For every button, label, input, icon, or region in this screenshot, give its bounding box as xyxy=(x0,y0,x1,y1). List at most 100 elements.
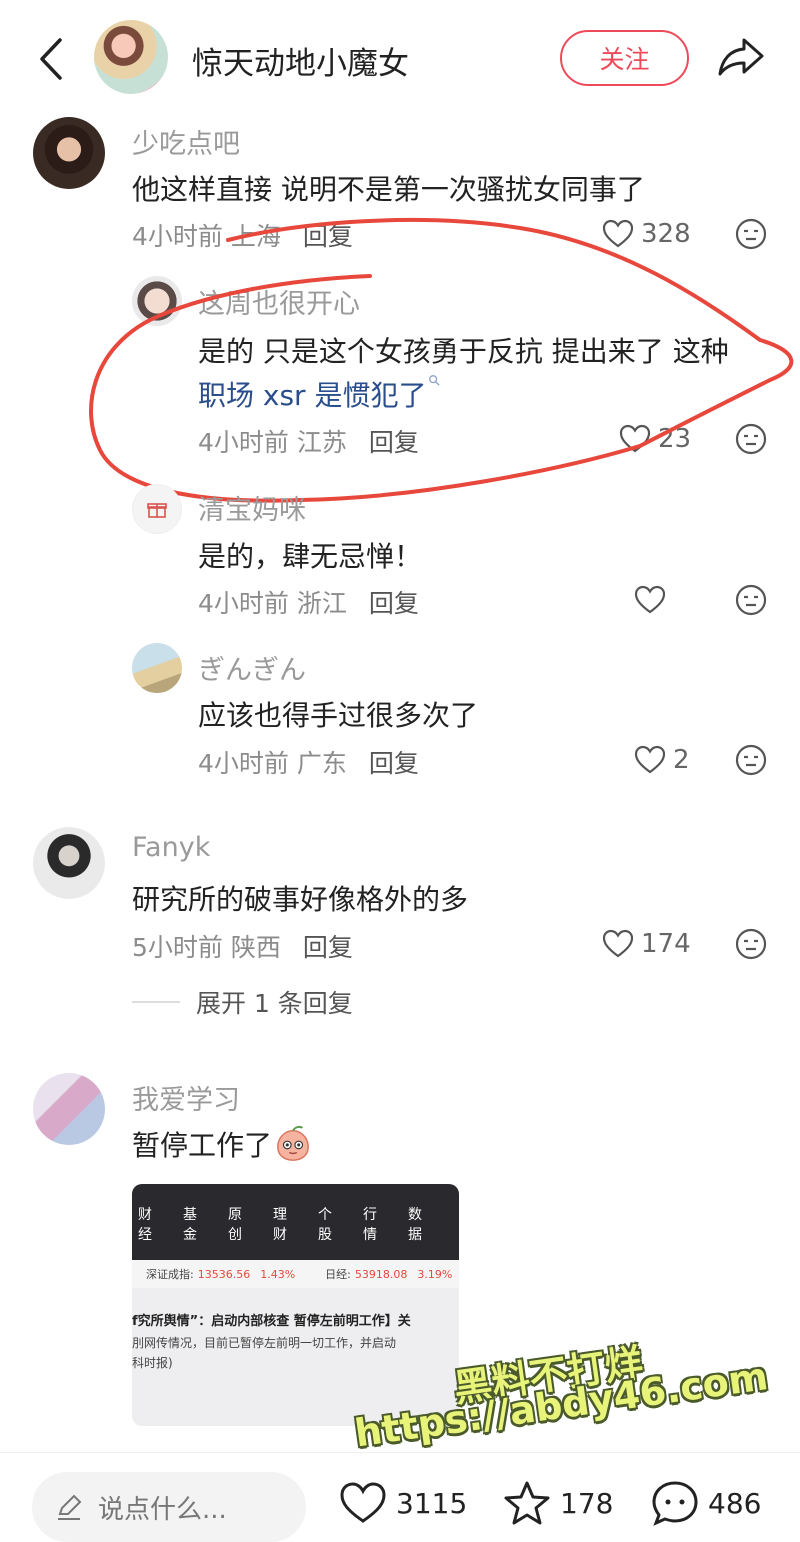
gift-icon xyxy=(147,503,167,518)
comment-image[interactable]: 财经 基金 原创 理财 个股 行情 数据 深证成指: 13536.56 1.43… xyxy=(132,1184,459,1426)
comment-meta: 5小时前 陕西 回复 xyxy=(132,928,353,964)
dislike-face-icon[interactable] xyxy=(734,927,768,961)
comment-time: 5小时前 xyxy=(132,933,223,962)
author-avatar[interactable] xyxy=(94,20,168,94)
like-button[interactable]: 23 xyxy=(618,419,691,459)
post-favorite-count: 178 xyxy=(560,1486,614,1520)
news-tab: 理财 xyxy=(273,1207,287,1243)
news-tabs: 财经 基金 原创 理财 个股 行情 数据 xyxy=(132,1184,459,1260)
comment-avatar[interactable] xyxy=(33,827,105,899)
reply-button[interactable]: 回复 xyxy=(303,933,353,962)
reply-username[interactable]: ぎんぎん xyxy=(198,648,306,687)
ticker-label: 日经: xyxy=(325,1268,351,1281)
ticker-value: 53918.08 xyxy=(354,1267,408,1281)
comment-text: 研究所的破事好像格外的多 xyxy=(132,883,469,916)
reply-username[interactable]: 清宝妈咪 xyxy=(198,488,306,527)
keyword-text: 职场 xsr 是惯犯了 xyxy=(198,379,427,412)
comment-username[interactable]: 我爱学习 xyxy=(132,1078,240,1117)
heart-icon xyxy=(602,929,634,958)
pencil-icon xyxy=(58,1494,82,1520)
divider-line xyxy=(132,1001,180,1003)
reply-location: 广东 xyxy=(296,749,347,778)
dislike-face-icon[interactable] xyxy=(734,583,768,617)
post-comment-button[interactable]: 486 xyxy=(650,1478,761,1528)
news-tab: 财经 xyxy=(138,1207,152,1243)
chevron-left-icon xyxy=(40,38,62,80)
reply-button[interactable]: 回复 xyxy=(369,749,419,778)
like-button[interactable]: 2 xyxy=(633,740,690,780)
ticker-value: 13536.56 xyxy=(197,1267,251,1281)
shy-peach-emoji-icon xyxy=(277,1125,309,1161)
reply-location: 浙江 xyxy=(296,589,347,618)
like-button[interactable]: 328 xyxy=(601,214,691,254)
heart-icon xyxy=(619,424,651,453)
ticker-label: 深证成指: xyxy=(146,1268,194,1281)
post-favorite-button[interactable]: 178 xyxy=(502,1478,613,1528)
post-comment-count: 486 xyxy=(708,1486,762,1520)
news-body: 科时报) xyxy=(132,1356,173,1370)
back-button[interactable] xyxy=(34,36,68,82)
like-button[interactable]: 174 xyxy=(601,924,691,964)
comment-text: 暂停工作了 xyxy=(132,1124,312,1164)
comment-avatar[interactable] xyxy=(33,117,105,189)
post-like-button[interactable]: 3115 xyxy=(338,1478,467,1528)
ticker-change: 3.19% xyxy=(417,1267,453,1281)
reply-text: 是的，肆无忌惮！ xyxy=(198,540,423,573)
search-icon xyxy=(429,375,441,386)
comment-bubble-icon xyxy=(652,1481,698,1526)
news-tab: 原创 xyxy=(228,1207,242,1243)
news-body: 刖网传情况，目前已暂停左前明一切工作，并启动 xyxy=(132,1336,397,1350)
news-ticker: 深证成指: 13536.56 1.43% 日经: 53918.08 3.19% xyxy=(132,1260,459,1288)
reply-location: 江苏 xyxy=(296,428,347,457)
star-icon xyxy=(504,1481,550,1525)
comment-avatar[interactable] xyxy=(33,1073,105,1145)
reply-username[interactable]: 这周也很开心 xyxy=(198,282,360,321)
comment-meta: 4小时前 上海 回复 xyxy=(132,217,353,253)
reply-button[interactable]: 回复 xyxy=(369,428,419,457)
comment-input-placeholder: 说点什么... xyxy=(98,1494,227,1525)
reply-button[interactable]: 回复 xyxy=(369,589,419,618)
reply-time: 4小时前 xyxy=(198,428,289,457)
comment-time: 4小时前 xyxy=(132,222,223,251)
like-count: 2 xyxy=(673,745,690,775)
like-count: 23 xyxy=(658,424,692,454)
reply-avatar[interactable] xyxy=(132,276,182,326)
heart-icon xyxy=(340,1482,386,1523)
expand-label: 展开 1 条回复 xyxy=(196,989,353,1018)
expand-replies-button[interactable]: 展开 1 条回复 xyxy=(132,984,353,1020)
comment-location: 上海 xyxy=(230,222,281,251)
news-tab: 个股 xyxy=(318,1207,332,1243)
reply-meta: 4小时前 浙江 回复 xyxy=(198,584,419,620)
news-tab: 行情 xyxy=(363,1207,377,1243)
reply-time: 4小时前 xyxy=(198,589,289,618)
heart-icon xyxy=(634,585,666,614)
comment-location: 陕西 xyxy=(230,933,281,962)
comment-username[interactable]: 少吃点吧 xyxy=(132,122,240,161)
ticker-change: 1.43% xyxy=(260,1267,296,1281)
reply-avatar[interactable] xyxy=(132,643,182,693)
search-keyword-link[interactable]: 职场 xsr 是惯犯了 xyxy=(198,374,441,414)
follow-button[interactable]: 关注 xyxy=(560,30,689,86)
comment-input[interactable]: 说点什么... xyxy=(32,1472,306,1542)
reply-button[interactable]: 回复 xyxy=(303,222,353,251)
reply-text: 是的 只是这个女孩勇于反抗 提出来了 这种 xyxy=(198,335,729,368)
heart-icon xyxy=(602,219,634,248)
comment-username[interactable]: Fanyk xyxy=(132,832,210,863)
like-count: 328 xyxy=(641,219,691,249)
dislike-face-icon[interactable] xyxy=(734,217,768,251)
comment-text: 他这样直接 说明不是第一次骚扰女同事了 xyxy=(132,173,645,206)
share-arrow-icon xyxy=(718,38,764,76)
dislike-face-icon[interactable] xyxy=(734,422,768,456)
reply-avatar[interactable] xyxy=(132,484,182,534)
dislike-face-icon[interactable] xyxy=(734,743,768,777)
news-tab: 数据 xyxy=(408,1207,422,1243)
post-like-count: 3115 xyxy=(396,1486,468,1520)
share-button[interactable] xyxy=(716,34,766,80)
news-tab: 基金 xyxy=(183,1207,197,1243)
reply-time: 4小时前 xyxy=(198,749,289,778)
reply-meta: 4小时前 江苏 回复 xyxy=(198,423,419,459)
author-name[interactable]: 惊天动地小魔女 xyxy=(192,38,409,83)
like-count: 174 xyxy=(641,929,691,959)
news-headline: f究所舆情”：启动内部核查 暂停左前明工作】关 xyxy=(132,1314,411,1329)
like-button[interactable] xyxy=(633,580,667,620)
